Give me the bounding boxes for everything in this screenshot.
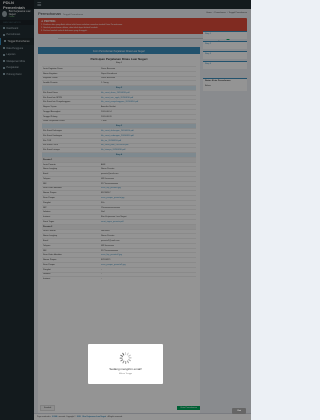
modal-title: Sedang mengirim email! <box>109 367 142 371</box>
loading-spinner-icon <box>119 352 132 364</box>
chat-button[interactable]: Chat <box>232 408 246 414</box>
loading-modal: Sedang mengirim email! Mohon Tunggu <box>88 344 163 384</box>
modal-subtitle: Mohon Tunggu <box>118 372 133 375</box>
